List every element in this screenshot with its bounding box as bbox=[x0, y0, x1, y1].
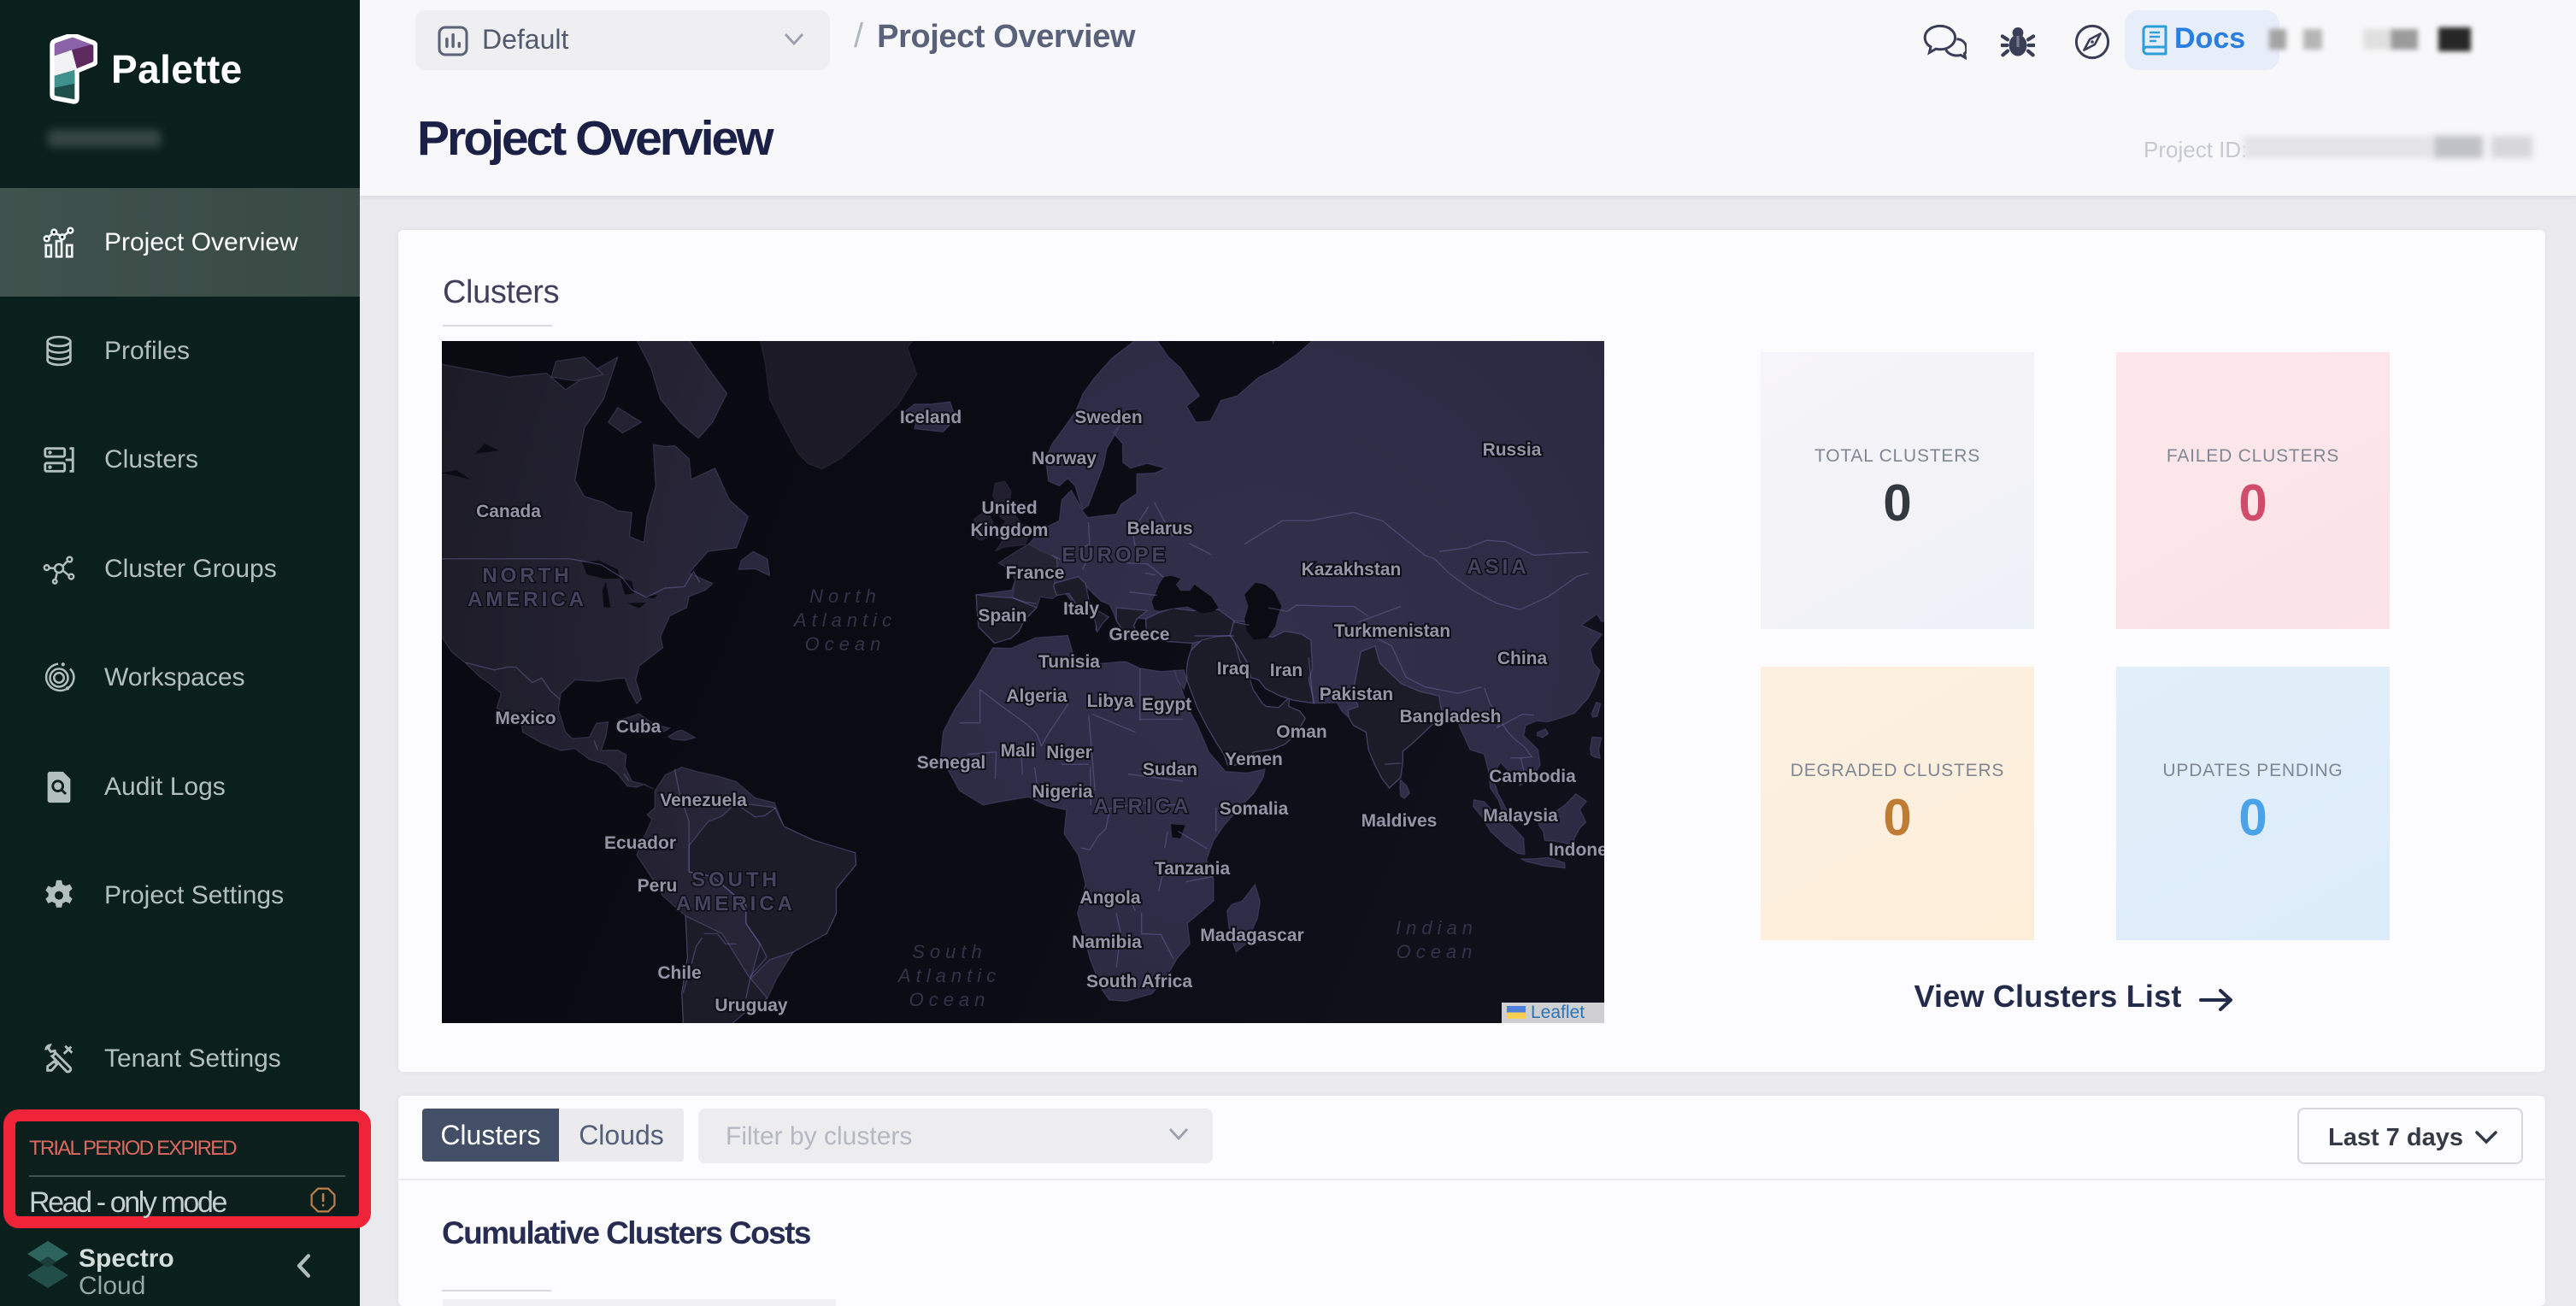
svg-text:Canada: Canada bbox=[476, 502, 541, 521]
svg-text:Oman: Oman bbox=[1276, 722, 1327, 742]
svg-text:Niger: Niger bbox=[1046, 743, 1092, 762]
svg-text:Egypt: Egypt bbox=[1142, 695, 1191, 715]
svg-text:Greece: Greece bbox=[1109, 625, 1169, 644]
svg-text:Iraq: Iraq bbox=[1217, 659, 1250, 679]
svg-text:Malaysia: Malaysia bbox=[1483, 806, 1558, 826]
svg-text:Ocean: Ocean bbox=[1397, 941, 1478, 962]
svg-text:Somalia: Somalia bbox=[1220, 799, 1289, 819]
svg-text:North: North bbox=[809, 585, 881, 607]
svg-text:Mexico: Mexico bbox=[495, 709, 556, 728]
svg-text:China: China bbox=[1497, 649, 1548, 668]
svg-text:Chile: Chile bbox=[657, 963, 701, 983]
svg-text:Spain: Spain bbox=[978, 606, 1026, 626]
svg-text:Tunisia: Tunisia bbox=[1038, 652, 1100, 672]
svg-text:SOUTH: SOUTH bbox=[691, 868, 780, 891]
svg-text:France: France bbox=[1006, 563, 1065, 583]
svg-text:Yemen: Yemen bbox=[1225, 750, 1283, 769]
svg-text:Indonesia: Indonesia bbox=[1549, 840, 1604, 860]
svg-text:Libya: Libya bbox=[1087, 691, 1134, 711]
svg-text:Belarus: Belarus bbox=[1126, 519, 1192, 538]
svg-text:Namibia: Namibia bbox=[1072, 932, 1142, 952]
svg-text:Ocean: Ocean bbox=[805, 633, 886, 655]
svg-text:Cuba: Cuba bbox=[616, 717, 662, 737]
svg-text:South Africa: South Africa bbox=[1086, 972, 1192, 991]
svg-text:Bangladesh: Bangladesh bbox=[1399, 707, 1501, 727]
svg-text:United: United bbox=[981, 498, 1037, 518]
svg-text:Tanzania: Tanzania bbox=[1155, 859, 1231, 879]
svg-text:Turkmenistan: Turkmenistan bbox=[1334, 621, 1450, 641]
svg-text:Algeria: Algeria bbox=[1006, 686, 1067, 706]
svg-text:NORTH: NORTH bbox=[482, 564, 572, 587]
svg-text:Ecuador: Ecuador bbox=[604, 833, 676, 853]
svg-text:Iran: Iran bbox=[1270, 661, 1303, 680]
svg-text:South: South bbox=[912, 941, 987, 962]
svg-text:AMERICA: AMERICA bbox=[468, 588, 587, 611]
svg-text:Kazakhstan: Kazakhstan bbox=[1302, 560, 1402, 579]
svg-text:AMERICA: AMERICA bbox=[676, 892, 796, 915]
svg-text:Senegal: Senegal bbox=[917, 753, 986, 773]
svg-text:Norway: Norway bbox=[1032, 449, 1097, 468]
svg-text:AFRICA: AFRICA bbox=[1094, 795, 1192, 818]
svg-text:ASIA: ASIA bbox=[1467, 556, 1529, 579]
svg-text:Cambodia: Cambodia bbox=[1489, 767, 1576, 786]
svg-text:Nigeria: Nigeria bbox=[1032, 782, 1093, 802]
svg-text:Sudan: Sudan bbox=[1143, 760, 1197, 779]
svg-text:Atlantic: Atlantic bbox=[792, 609, 897, 631]
svg-text:Uruguay: Uruguay bbox=[715, 996, 788, 1015]
svg-text:Madagascar: Madagascar bbox=[1200, 926, 1303, 945]
svg-text:Ocean: Ocean bbox=[909, 989, 991, 1010]
svg-text:Pakistan: Pakistan bbox=[1320, 685, 1393, 704]
svg-text:Italy: Italy bbox=[1063, 599, 1099, 619]
svg-text:Indian: Indian bbox=[1396, 917, 1478, 938]
svg-text:Kingdom: Kingdom bbox=[971, 521, 1049, 540]
svg-text:Maldives: Maldives bbox=[1362, 811, 1438, 831]
svg-text:Atlantic: Atlantic bbox=[897, 965, 1001, 986]
svg-text:Peru: Peru bbox=[638, 876, 678, 896]
svg-text:Iceland: Iceland bbox=[900, 408, 962, 427]
svg-text:Sweden: Sweden bbox=[1074, 408, 1142, 427]
svg-text:Venezuela: Venezuela bbox=[660, 791, 747, 810]
svg-text:Russia: Russia bbox=[1483, 440, 1542, 460]
svg-text:Angola: Angola bbox=[1079, 888, 1140, 908]
svg-text:Mali: Mali bbox=[1001, 741, 1036, 761]
svg-text:EUROPE: EUROPE bbox=[1062, 544, 1168, 567]
